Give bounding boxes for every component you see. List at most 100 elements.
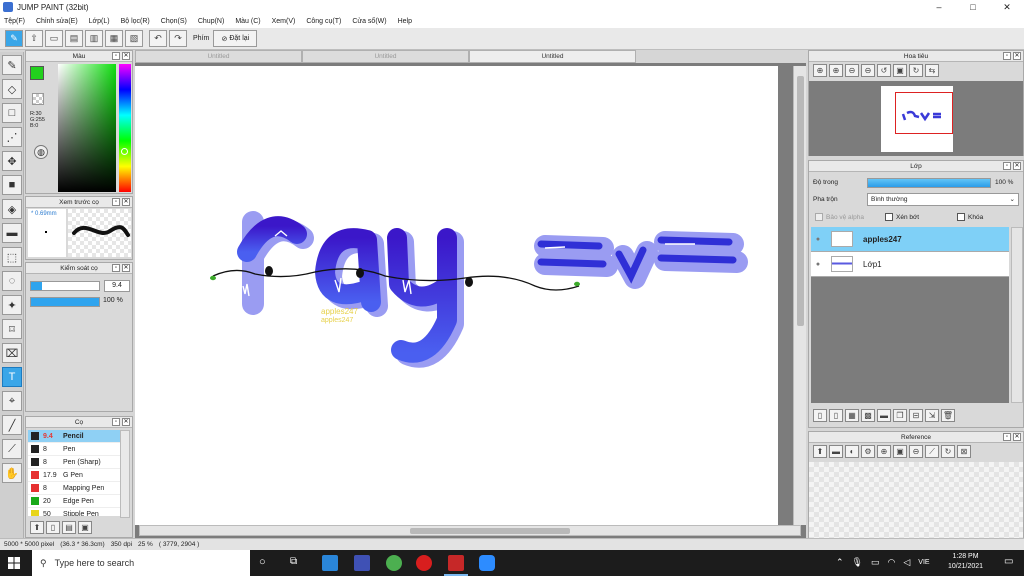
lock-option[interactable]: Khóa xyxy=(957,213,983,221)
brush-row[interactable]: 50 Stipple Pen xyxy=(28,508,120,516)
layer-row-lop1[interactable]: ● Lớp1 xyxy=(811,252,1009,277)
brush-row[interactable]: 8 Mapping Pen xyxy=(28,482,120,495)
brush-tool-icon[interactable]: ✎ xyxy=(2,55,22,75)
dot-tool-icon[interactable]: ⋰ xyxy=(2,127,22,147)
new-halftone-layer-icon[interactable]: ▦ xyxy=(845,409,859,422)
hue-handle[interactable] xyxy=(121,148,128,155)
cortana-icon[interactable]: ○ xyxy=(259,556,266,568)
ref-zoom-out-icon[interactable]: ⊖ xyxy=(909,445,923,458)
hand-tool-icon[interactable]: ✋ xyxy=(2,463,22,483)
canvas-vscroll[interactable] xyxy=(793,66,806,525)
brush-list-scrollbar[interactable] xyxy=(120,430,130,518)
reset-button[interactable]: ⊘ Đặt lại xyxy=(213,30,258,47)
tab-untitled-3[interactable]: Untitled xyxy=(469,50,636,63)
store-icon[interactable] xyxy=(354,555,370,571)
blend-mode-select[interactable]: Bình thường ⌄ xyxy=(867,193,1019,206)
operation-tool-icon[interactable]: ⌖ xyxy=(2,391,22,411)
saturation-value-picker[interactable] xyxy=(58,64,116,192)
menu-view[interactable]: Xem(V) xyxy=(272,18,296,25)
menu-edit[interactable]: Chỉnh sửa(E) xyxy=(36,18,78,25)
notification-icon[interactable]: ▭ xyxy=(1004,556,1013,567)
menu-color[interactable]: Màu (C) xyxy=(235,18,260,25)
duplicate-layer-icon[interactable]: ❐ xyxy=(893,409,907,422)
zoom-out-icon[interactable]: ⊖ xyxy=(845,64,859,77)
primary-color-swatch[interactable] xyxy=(30,66,44,80)
canvas-hscroll-thumb[interactable] xyxy=(410,528,570,534)
zoom-icon[interactable] xyxy=(479,555,495,571)
new-layer-alt-icon[interactable]: ▯ xyxy=(829,409,843,422)
minimize-button[interactable]: – xyxy=(922,0,956,14)
menu-window[interactable]: Cửa sổ(W) xyxy=(352,18,386,25)
mail-icon[interactable] xyxy=(322,555,338,571)
bucket-tool-icon[interactable]: ◈ xyxy=(2,199,22,219)
pick-icon[interactable]: ◐ xyxy=(845,445,859,458)
brush-row[interactable]: 8 Pen xyxy=(28,443,120,456)
new-layer-icon[interactable]: ▯ xyxy=(813,409,827,422)
ref-fit-icon[interactable]: ▣ xyxy=(893,445,907,458)
brush-row[interactable]: 20 Edge Pen xyxy=(28,495,120,508)
delete-brush-icon[interactable]: ▣ xyxy=(78,521,92,534)
chevron-up-icon[interactable]: ⌃ xyxy=(836,557,844,568)
menu-tools[interactable]: Công cụ(T) xyxy=(306,18,341,25)
panel-float-icon[interactable]: ▫ xyxy=(1003,433,1011,441)
gradient-tool-icon[interactable]: ▬ xyxy=(2,223,22,243)
panel-float-icon[interactable]: ▫ xyxy=(112,198,120,206)
rotate-right-icon[interactable]: ↻ xyxy=(909,64,923,77)
copy-icon[interactable]: ▧ xyxy=(125,30,143,47)
clipping-option[interactable]: Xén bớt xyxy=(885,213,919,221)
battery-icon[interactable]: ▭ xyxy=(871,557,880,568)
select-pen-icon[interactable]: ⌑ xyxy=(2,319,22,339)
windows-start-icon[interactable] xyxy=(8,557,20,569)
eyedropper-icon[interactable]: ⟋ xyxy=(2,439,22,459)
language-indicator[interactable]: VIE xyxy=(918,557,929,568)
new-screentone-icon[interactable]: ▩ xyxy=(861,409,875,422)
tab-untitled-1[interactable]: Untitled xyxy=(135,50,302,63)
clock[interactable]: 1:28 PM 10/21/2021 xyxy=(948,552,983,572)
text-tool-icon[interactable]: T xyxy=(2,367,22,387)
brush-row[interactable]: 8 Pen (Sharp) xyxy=(28,456,120,469)
microphone-icon[interactable]: 🎙 xyxy=(852,557,863,568)
delete-layer-icon[interactable]: 🗑 xyxy=(941,409,955,422)
menu-help[interactable]: Help xyxy=(398,18,412,25)
transparent-swatch[interactable] xyxy=(32,93,44,105)
navigator-view[interactable] xyxy=(809,81,1023,156)
protect-alpha-option[interactable]: Bảo vệ alpha xyxy=(815,213,864,221)
network-icon[interactable]: ◠ xyxy=(888,557,896,568)
lasso-icon[interactable]: ◌ xyxy=(2,271,22,291)
fill-rect-tool-icon[interactable]: ■ xyxy=(2,175,22,195)
eraser-tool-icon[interactable]: ◇ xyxy=(2,79,22,99)
brush-size-slider[interactable] xyxy=(30,281,100,291)
visibility-icon[interactable]: ● xyxy=(811,261,825,268)
taskbar-search[interactable]: ⚲ Type here to search xyxy=(32,550,250,576)
share-icon[interactable]: ⇧ xyxy=(25,30,43,47)
menu-snap[interactable]: Chup(N) xyxy=(198,18,224,25)
move-tool-icon[interactable]: ✥ xyxy=(2,151,22,171)
layer-opacity-slider[interactable] xyxy=(867,178,991,188)
select-rect-icon[interactable]: ⬚ xyxy=(2,247,22,267)
panel-close-icon[interactable]: ✕ xyxy=(122,52,130,60)
layer-row-apples247[interactable]: ● apples247 xyxy=(811,227,1009,252)
panel-float-icon[interactable]: ▫ xyxy=(112,52,120,60)
protect-alpha-checkbox[interactable] xyxy=(815,213,823,221)
ref-zoom-in-icon[interactable]: ⊕ xyxy=(877,445,891,458)
brush-size-input[interactable]: 9.4 xyxy=(104,280,130,292)
close-button[interactable]: ✕ xyxy=(990,0,1024,14)
panel-float-icon[interactable]: ▫ xyxy=(112,418,120,426)
panel-close-icon[interactable]: ✕ xyxy=(1013,52,1021,60)
brush-menu-icon[interactable]: ▤ xyxy=(62,521,76,534)
redo-icon[interactable]: ↷ xyxy=(169,30,187,47)
chat-icon[interactable]: ▤ xyxy=(65,30,83,47)
panel-float-icon[interactable]: ▫ xyxy=(1003,162,1011,170)
zoom-out-alt-icon[interactable]: ⊖ xyxy=(861,64,875,77)
panel-close-icon[interactable]: ✕ xyxy=(1013,433,1021,441)
select-eraser-icon[interactable]: ⌧ xyxy=(2,343,22,363)
ref-close-icon[interactable]: ⊠ xyxy=(957,445,971,458)
canvas-vscroll-thumb[interactable] xyxy=(797,76,804,326)
menu-file[interactable]: Tệp(F) xyxy=(4,18,25,25)
fit-icon[interactable]: ▣ xyxy=(893,64,907,77)
layer-list-scrollbar[interactable] xyxy=(1011,227,1023,403)
new-folder-icon[interactable]: ▬ xyxy=(877,409,891,422)
document-icon[interactable]: ▥ xyxy=(85,30,103,47)
new-brush-icon[interactable]: ▯ xyxy=(46,521,60,534)
brush-opacity-slider[interactable] xyxy=(30,297,100,307)
